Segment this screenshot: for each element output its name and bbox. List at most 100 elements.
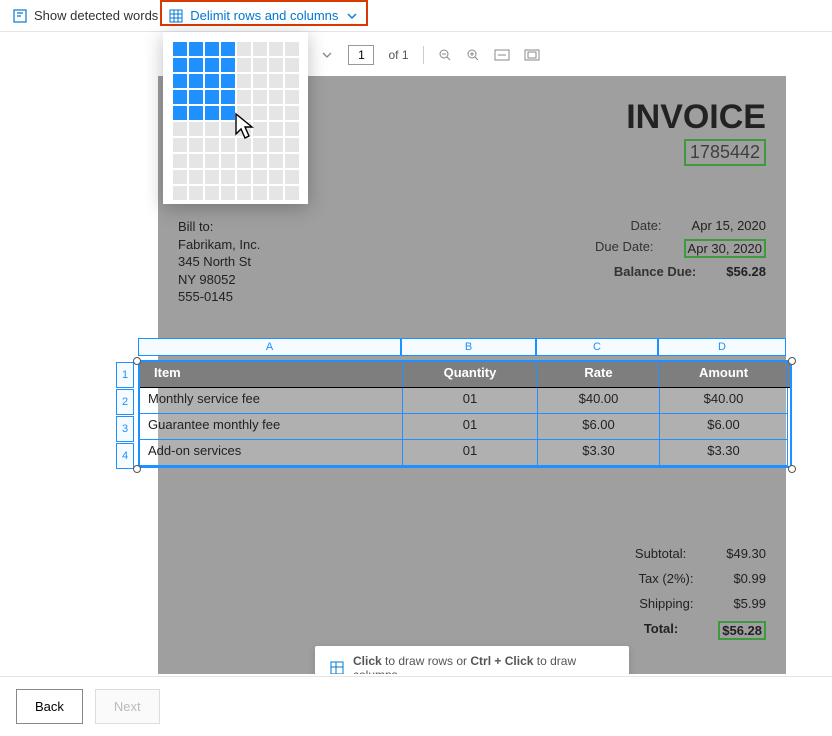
grid-cell[interactable]: [173, 154, 187, 168]
grid-cell[interactable]: [285, 138, 299, 152]
grid-cell[interactable]: [189, 90, 203, 104]
grid-cell[interactable]: [285, 42, 299, 56]
grid-cell[interactable]: [253, 74, 267, 88]
grid-cell[interactable]: [173, 122, 187, 136]
grid-cell[interactable]: [237, 74, 251, 88]
grid-cell[interactable]: [173, 90, 187, 104]
grid-cell[interactable]: [189, 58, 203, 72]
zoom-in-icon[interactable]: [466, 48, 480, 62]
grid-cell[interactable]: [221, 42, 235, 56]
grid-cell[interactable]: [285, 186, 299, 200]
grid-cell[interactable]: [173, 106, 187, 120]
grid-cell[interactable]: [205, 74, 219, 88]
grid-cell[interactable]: [237, 42, 251, 56]
col-header[interactable]: D: [658, 338, 786, 356]
grid-cell[interactable]: [205, 122, 219, 136]
back-button[interactable]: Back: [16, 689, 83, 724]
grid-cell[interactable]: [205, 58, 219, 72]
grid-cell[interactable]: [221, 170, 235, 184]
grid-cell[interactable]: [269, 90, 283, 104]
grid-cell[interactable]: [189, 106, 203, 120]
grid-cell[interactable]: [173, 74, 187, 88]
grid-cell[interactable]: [253, 186, 267, 200]
grid-cell[interactable]: [285, 170, 299, 184]
grid-cell[interactable]: [221, 58, 235, 72]
resize-handle-br[interactable]: [788, 465, 796, 473]
resize-handle-bl[interactable]: [133, 465, 141, 473]
table-selection-overlay[interactable]: ABCD 1234 ItemQuantityRateAmount Monthly…: [138, 338, 792, 468]
grid-cell[interactable]: [237, 58, 251, 72]
row-header[interactable]: 1: [116, 362, 134, 388]
grid-cell[interactable]: [237, 154, 251, 168]
grid-cell[interactable]: [253, 58, 267, 72]
grid-cell[interactable]: [221, 90, 235, 104]
grid-cell[interactable]: [173, 186, 187, 200]
grid-cell[interactable]: [269, 138, 283, 152]
grid-cell[interactable]: [285, 154, 299, 168]
grid-cell[interactable]: [205, 42, 219, 56]
resize-handle-tl[interactable]: [133, 357, 141, 365]
grid-cell[interactable]: [221, 186, 235, 200]
fit-page-icon[interactable]: [524, 49, 540, 61]
grid-cell[interactable]: [205, 154, 219, 168]
row-header[interactable]: 3: [116, 416, 134, 442]
grid-cell[interactable]: [221, 122, 235, 136]
grid-cell[interactable]: [221, 138, 235, 152]
grid-cell[interactable]: [269, 154, 283, 168]
zoom-out-icon[interactable]: [438, 48, 452, 62]
grid-cell[interactable]: [269, 58, 283, 72]
grid-cell[interactable]: [253, 42, 267, 56]
grid-cell[interactable]: [237, 186, 251, 200]
grid-cell[interactable]: [189, 122, 203, 136]
delimit-rows-cols-button[interactable]: Delimit rows and columns: [168, 8, 360, 24]
col-header[interactable]: C: [536, 338, 658, 356]
grid-cell[interactable]: [253, 90, 267, 104]
grid-cell[interactable]: [237, 138, 251, 152]
grid-cell[interactable]: [237, 170, 251, 184]
grid-cell[interactable]: [285, 106, 299, 120]
grid-cell[interactable]: [253, 138, 267, 152]
row-header[interactable]: 2: [116, 389, 134, 415]
grid-cell[interactable]: [205, 186, 219, 200]
grid-cell[interactable]: [205, 138, 219, 152]
grid-cell[interactable]: [189, 186, 203, 200]
grid-cell[interactable]: [253, 154, 267, 168]
grid-cell[interactable]: [221, 154, 235, 168]
grid-cell[interactable]: [205, 170, 219, 184]
grid-cell[interactable]: [285, 74, 299, 88]
grid-cell[interactable]: [189, 42, 203, 56]
page-down-icon[interactable]: [320, 48, 334, 62]
grid-cell[interactable]: [253, 106, 267, 120]
grid-cell[interactable]: [237, 122, 251, 136]
grid-size-picker[interactable]: [163, 32, 308, 204]
show-detected-words-button[interactable]: Show detected words: [12, 8, 158, 24]
grid-cell[interactable]: [173, 42, 187, 56]
grid-cell[interactable]: [221, 74, 235, 88]
grid-cell[interactable]: [205, 106, 219, 120]
grid-cell[interactable]: [237, 106, 251, 120]
fit-width-icon[interactable]: [494, 49, 510, 61]
grid-cell[interactable]: [173, 170, 187, 184]
grid-cell[interactable]: [269, 170, 283, 184]
grid-cell[interactable]: [285, 90, 299, 104]
resize-handle-tr[interactable]: [788, 357, 796, 365]
grid-cell[interactable]: [173, 58, 187, 72]
grid-cell[interactable]: [189, 138, 203, 152]
data-table[interactable]: ItemQuantityRateAmount Monthly service f…: [138, 360, 792, 468]
grid-cell[interactable]: [237, 90, 251, 104]
grid-cell[interactable]: [269, 42, 283, 56]
grid-cell[interactable]: [269, 186, 283, 200]
grid-cell[interactable]: [189, 170, 203, 184]
col-header[interactable]: B: [401, 338, 536, 356]
grid-cell[interactable]: [269, 74, 283, 88]
grid-cell[interactable]: [221, 106, 235, 120]
grid-cell[interactable]: [189, 74, 203, 88]
grid-cell[interactable]: [285, 122, 299, 136]
grid-cell[interactable]: [253, 122, 267, 136]
grid-cell[interactable]: [269, 106, 283, 120]
page-number-input[interactable]: [348, 45, 374, 65]
grid-cell[interactable]: [269, 122, 283, 136]
grid-cell[interactable]: [189, 154, 203, 168]
col-header[interactable]: A: [138, 338, 401, 356]
grid-cell[interactable]: [285, 58, 299, 72]
